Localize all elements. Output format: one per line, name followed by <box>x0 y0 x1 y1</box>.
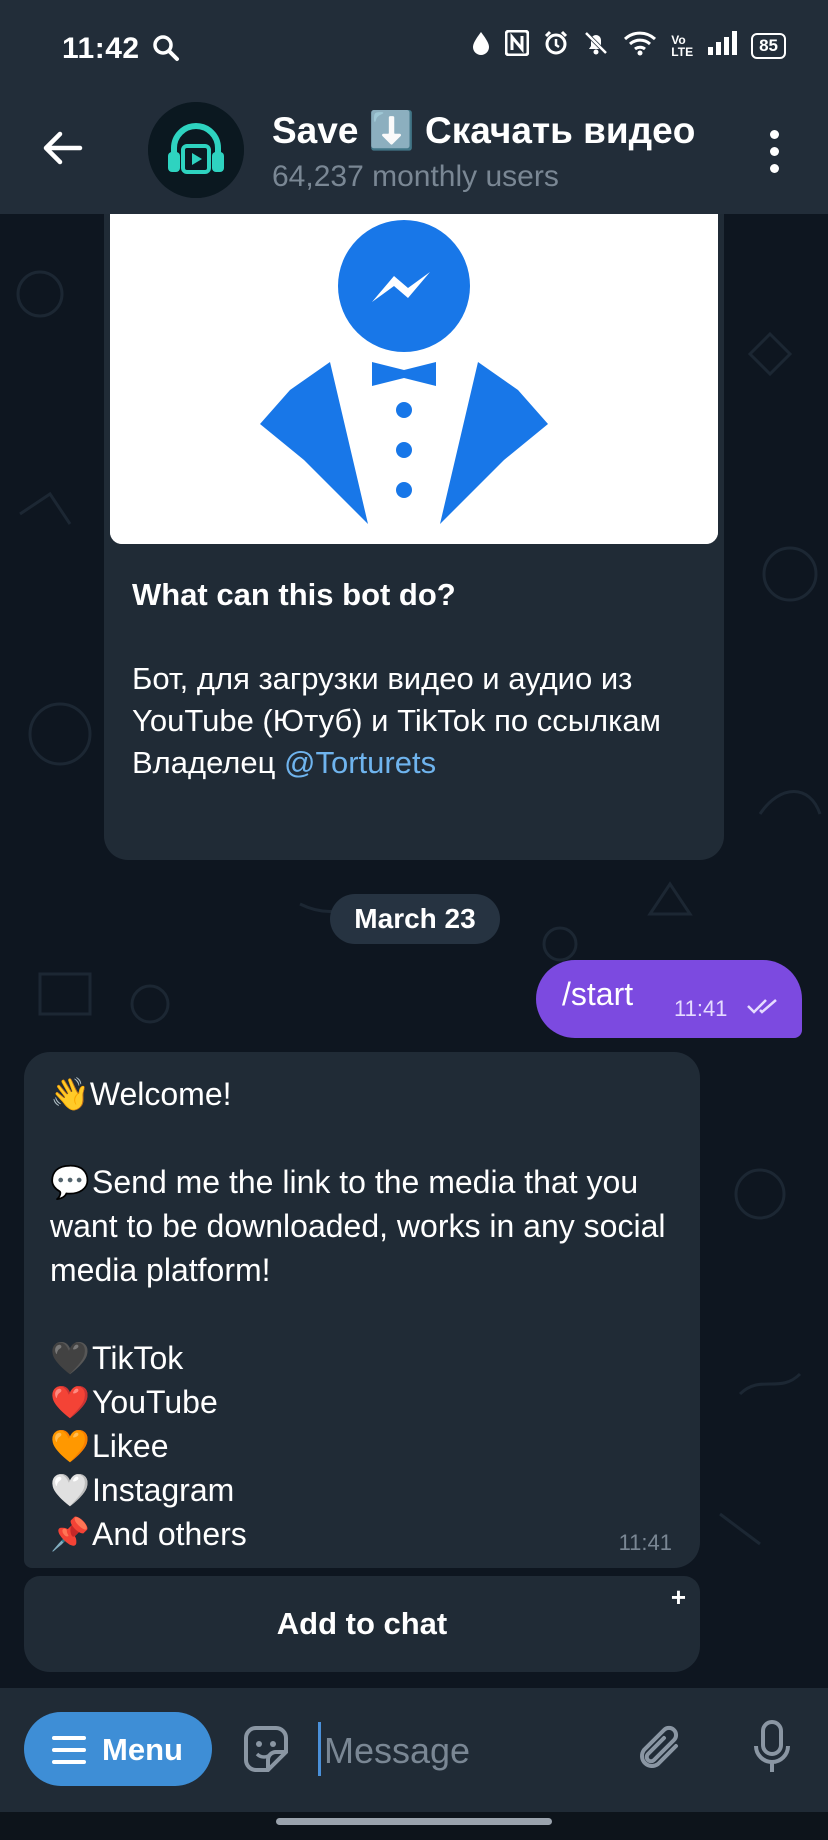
double-check-icon <box>746 996 782 1021</box>
date-chip: March 23 <box>330 894 500 944</box>
status-bar: 11:42 Vo LTE 85 <box>0 0 828 96</box>
battery-icon: 85 <box>751 32 786 59</box>
nfc-icon <box>504 29 530 61</box>
menu-button[interactable]: Menu <box>24 1712 212 1786</box>
alarm-icon <box>543 30 569 61</box>
owner-link[interactable]: @Torturets <box>284 745 436 780</box>
back-arrow-icon[interactable] <box>40 126 84 175</box>
outgoing-message-text: /start <box>562 976 634 1012</box>
status-icons: Vo LTE 85 <box>471 29 786 61</box>
platform-label: YouTube <box>92 1384 218 1420</box>
intro-description: Бот, для загрузки видео и аудио из YouTu… <box>132 661 661 738</box>
mute-icon <box>583 30 609 61</box>
bot-intro-card: What can this bot do? Бот, для загрузки … <box>104 214 724 860</box>
signal-icon <box>707 31 738 60</box>
intro-heading: What can this bot do? <box>132 577 456 612</box>
platform-item: 🖤TikTok <box>50 1336 680 1380</box>
more-options-icon[interactable] <box>770 130 780 181</box>
platform-label: TikTok <box>92 1340 184 1376</box>
home-gesture-bar[interactable] <box>276 1818 552 1825</box>
menu-icon <box>52 1736 86 1772</box>
status-time: 11:42 <box>62 32 140 65</box>
plus-icon: + <box>670 1582 686 1612</box>
orange-heart-icon: 🧡 <box>50 1428 90 1464</box>
bot-message-time: 11:41 <box>618 1530 672 1555</box>
add-to-chat-label: Add to chat <box>276 1606 448 1641</box>
menu-label: Menu <box>102 1732 183 1767</box>
system-nav-bar <box>0 1812 828 1840</box>
bot-intro-image <box>110 214 718 544</box>
outgoing-message[interactable]: /start 11:41 <box>536 960 802 1038</box>
sticker-icon[interactable] <box>238 1722 294 1783</box>
bot-avatar[interactable] <box>148 102 244 198</box>
bot-intro-text: What can this bot do? Бот, для загрузки … <box>132 574 702 784</box>
white-heart-icon: 🤍 <box>50 1472 90 1508</box>
platform-item: 📌And others <box>50 1512 680 1556</box>
text-cursor <box>318 1722 321 1776</box>
bot-welcome-message[interactable]: 👋Welcome! 💬Send me the link to the media… <box>24 1052 700 1568</box>
red-heart-icon: ❤️ <box>50 1384 90 1420</box>
drop-icon <box>471 30 491 61</box>
platform-label: And others <box>92 1516 247 1552</box>
message-input-bar: Menu <box>0 1688 828 1812</box>
message-input[interactable] <box>322 1724 626 1778</box>
chat-area[interactable]: What can this bot do? Бот, для загрузки … <box>0 214 828 1688</box>
chat-subtitle: 64,237 monthly users <box>272 160 559 193</box>
chat-header: Save ⬇️ Скачать видео 64,237 monthly use… <box>0 96 828 214</box>
speech-bubble-icon: 💬 <box>50 1164 90 1200</box>
platform-item: 🤍Instagram <box>50 1468 680 1512</box>
platform-label: Likee <box>92 1428 169 1464</box>
add-to-chat-button[interactable]: Add to chat + <box>24 1576 700 1672</box>
volte-icon: Vo LTE <box>671 32 694 59</box>
wifi-icon <box>623 30 657 61</box>
send-link-text: Send me the link to the media that you w… <box>50 1164 666 1288</box>
welcome-text: Welcome! <box>89 1076 232 1112</box>
microphone-icon[interactable] <box>752 1718 792 1783</box>
platform-label: Instagram <box>92 1472 235 1508</box>
outgoing-message-time: 11:41 <box>674 996 728 1021</box>
pushpin-icon: 📌 <box>50 1516 90 1552</box>
platform-item: ❤️YouTube <box>50 1380 680 1424</box>
search-icon <box>152 34 180 67</box>
platform-item: 🧡Likee <box>50 1424 680 1468</box>
wave-emoji-icon: 👋 <box>50 1076 90 1112</box>
chat-title[interactable]: Save ⬇️ Скачать видео <box>272 110 722 153</box>
black-heart-icon: 🖤 <box>50 1340 90 1376</box>
intro-owner-label: Владелец <box>132 745 276 780</box>
attach-icon[interactable] <box>636 1720 688 1781</box>
